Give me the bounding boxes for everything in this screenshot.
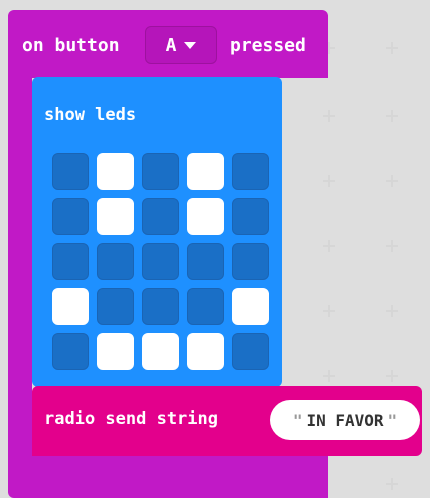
- led-grid: [52, 153, 269, 370]
- led-cell-0-4[interactable]: [232, 153, 269, 190]
- event-suffix-label: pressed: [230, 35, 306, 56]
- led-cell-1-2[interactable]: [142, 198, 179, 235]
- led-cell-1-3[interactable]: [187, 198, 224, 235]
- event-block-spine[interactable]: [8, 70, 32, 455]
- button-dropdown-value: A: [165, 34, 177, 56]
- string-input[interactable]: " IN FAVOR ": [270, 400, 420, 440]
- led-cell-3-0[interactable]: [52, 288, 89, 325]
- open-quote: ": [292, 410, 303, 430]
- led-cell-2-0[interactable]: [52, 243, 89, 280]
- led-cell-4-2[interactable]: [142, 333, 179, 370]
- grid-plus-icon: [323, 175, 335, 187]
- grid-plus-icon: [386, 370, 398, 382]
- grid-plus-icon: [323, 110, 335, 122]
- event-block-footer[interactable]: [8, 452, 328, 498]
- grid-plus-icon: [386, 175, 398, 187]
- radio-send-string-label: radio send string: [44, 409, 218, 429]
- led-cell-4-1[interactable]: [97, 333, 134, 370]
- led-cell-0-2[interactable]: [142, 153, 179, 190]
- led-cell-2-2[interactable]: [142, 243, 179, 280]
- grid-plus-icon: [386, 42, 398, 54]
- led-cell-2-3[interactable]: [187, 243, 224, 280]
- chevron-down-icon: [184, 41, 197, 49]
- event-prefix-label: on button: [22, 35, 120, 56]
- led-cell-1-4[interactable]: [232, 198, 269, 235]
- led-cell-4-0[interactable]: [52, 333, 89, 370]
- led-cell-0-0[interactable]: [52, 153, 89, 190]
- led-cell-3-3[interactable]: [187, 288, 224, 325]
- led-cell-0-3[interactable]: [187, 153, 224, 190]
- radio-send-string-block[interactable]: radio send string " IN FAVOR ": [32, 386, 422, 456]
- button-dropdown[interactable]: A: [145, 26, 217, 64]
- show-leds-label: show leds: [44, 105, 137, 125]
- led-cell-4-4[interactable]: [232, 333, 269, 370]
- show-leds-block[interactable]: show leds: [32, 77, 282, 387]
- grid-plus-icon: [386, 305, 398, 317]
- grid-plus-icon: [323, 370, 335, 382]
- grid-plus-icon: [323, 240, 335, 252]
- led-cell-2-1[interactable]: [97, 243, 134, 280]
- led-cell-1-0[interactable]: [52, 198, 89, 235]
- grid-plus-icon: [323, 305, 335, 317]
- led-cell-0-1[interactable]: [97, 153, 134, 190]
- led-cell-3-4[interactable]: [232, 288, 269, 325]
- close-quote: ": [387, 410, 398, 430]
- grid-plus-icon: [386, 478, 398, 490]
- led-cell-1-1[interactable]: [97, 198, 134, 235]
- led-cell-2-4[interactable]: [232, 243, 269, 280]
- grid-plus-icon: [386, 110, 398, 122]
- led-cell-3-2[interactable]: [142, 288, 179, 325]
- string-value: IN FAVOR: [306, 410, 384, 430]
- grid-plus-icon: [386, 240, 398, 252]
- led-cell-3-1[interactable]: [97, 288, 134, 325]
- led-cell-4-3[interactable]: [187, 333, 224, 370]
